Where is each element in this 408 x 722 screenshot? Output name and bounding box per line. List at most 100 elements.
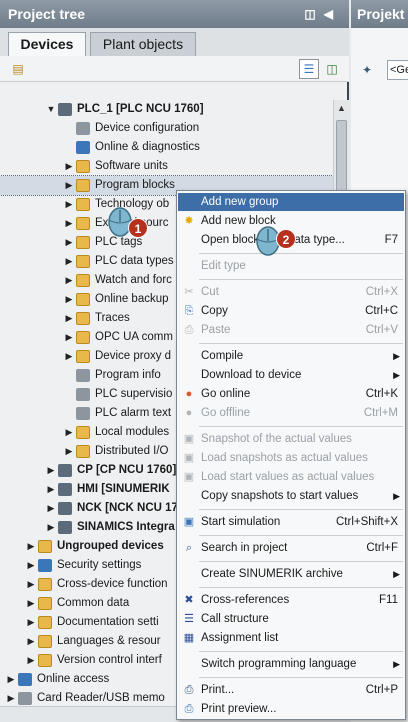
collapsed-arrow-icon[interactable]: ▶ [26,594,36,613]
offline-icon: ● [185,407,193,419]
simulation-icon: ▣ [183,516,195,528]
collapsed-arrow-icon[interactable]: ▶ [64,271,74,290]
menu-item-label: Snapshot of the actual values [201,433,352,445]
menu-item-compile[interactable]: Compile ▶ [178,347,404,365]
tree-item-label: Device configuration [95,122,200,134]
collapsed-arrow-icon[interactable]: ▶ [64,290,74,309]
online-icon: ● [185,388,193,400]
menu-item-add-new-group[interactable]: Add new group [178,193,404,211]
menu-item-switch-programming-language[interactable]: Switch programming language ▶ [178,655,404,673]
paste-icon: ⎙ [184,324,194,336]
menu-item-paste[interactable]: ⎙ Paste Ctrl+V [178,321,404,339]
collapsed-arrow-icon[interactable]: ▶ [46,461,56,480]
device-icon [58,103,72,116]
tree-item-label: Version control interf [57,654,162,666]
collapsed-arrow-icon[interactable]: ▶ [26,651,36,670]
menu-item-snapshot-of-the-actual-values[interactable]: ▣ Snapshot of the actual values [178,430,404,448]
menu-item-go-offline[interactable]: ● Go offline Ctrl+M [178,404,404,422]
menu-separator [199,587,403,588]
assign-icon: ▦ [183,632,195,644]
collapsed-arrow-icon[interactable]: ▶ [64,347,74,366]
tree-item-label: OPC UA comm [95,331,173,343]
tree-item[interactable]: ▶ Software units [0,157,333,176]
tree-item[interactable]: Online & diagnostics [0,138,333,157]
menu-item-shortcut: Ctrl+K [365,388,398,400]
menu-item-cut[interactable]: ✂ Cut Ctrl+X [178,283,404,301]
mouse-cursor-1-icon [108,207,132,237]
item-icon [76,122,90,135]
folder-icon [76,198,90,211]
menu-item-label: Load snapshots as actual values [201,452,368,464]
scroll-up-icon[interactable]: ▲ [334,100,349,116]
menu-item-call-structure[interactable]: ☰ Call structure [178,610,404,628]
item-icon [76,388,90,401]
collapsed-arrow-icon[interactable]: ▶ [64,252,74,271]
menu-item-copy[interactable]: ⎘ Copy Ctrl+C [178,302,404,320]
device-icon [58,483,72,496]
overview-icon[interactable]: ☰ [299,59,319,79]
submenu-arrow-icon: ▶ [393,491,400,501]
collapsed-arrow-icon[interactable]: ▶ [46,480,56,499]
collapsed-arrow-icon[interactable]: ▶ [64,157,74,176]
menu-item-start-simulation[interactable]: ▣ Start simulation Ctrl+Shift+X [178,513,404,531]
snapshot-icon: ▣ [183,433,195,445]
menu-item-search-in-project[interactable]: ⌕ Search in project Ctrl+F [178,539,404,557]
collapsed-arrow-icon[interactable]: ▶ [26,556,36,575]
collapsed-arrow-icon[interactable]: ▶ [64,423,74,442]
folder-icon [76,445,90,458]
tree-item[interactable]: Device configuration [0,119,333,138]
collapsed-arrow-icon[interactable]: ▶ [26,613,36,632]
collapsed-arrow-icon[interactable]: ▶ [26,537,36,556]
menu-item-label: Paste [201,324,231,336]
right-pane-title: Projekt V [351,0,408,28]
collapsed-arrow-icon[interactable]: ▶ [6,670,16,689]
menu-item-print-preview[interactable]: ⎙ Print preview... [178,700,404,718]
menu-item-label: Copy snapshots to start values [201,490,359,502]
xref-icon: ✖ [184,594,194,606]
menu-item-load-start-values-as-actual-values[interactable]: ▣ Load start values as actual values [178,468,404,486]
collapsed-arrow-icon[interactable]: ▶ [46,518,56,537]
menu-item-load-snapshots-as-actual-values[interactable]: ▣ Load snapshots as actual values [178,449,404,467]
tree-item-label: NCK [NCK NCU 17 [77,502,178,514]
collapsed-arrow-icon[interactable]: ▶ [64,309,74,328]
tree-item-label: Online backup [95,293,169,305]
menu-item-edit-type[interactable]: Edit type [178,257,404,275]
menu-item-download-to-device[interactable]: Download to device ▶ [178,366,404,384]
collapsed-arrow-icon[interactable]: ▶ [64,328,74,347]
item-icon [18,673,32,686]
menu-item-copy-snapshots-to-start-values[interactable]: Copy snapshots to start values ▶ [178,487,404,505]
collapsed-arrow-icon[interactable]: ▶ [46,499,56,518]
collapsed-arrow-icon[interactable]: ▶ [64,214,74,233]
collapse-pane-icon[interactable]: ◀ [324,7,341,21]
collapsed-arrow-icon[interactable]: ▶ [26,575,36,594]
menu-item-shortcut: F7 [384,234,398,246]
menu-item-go-online[interactable]: ● Go online Ctrl+K [178,385,404,403]
menu-item-shortcut: Ctrl+P [365,684,398,696]
menu-item-print[interactable]: ⎙ Print... Ctrl+P [178,681,404,699]
collapsed-arrow-icon[interactable]: ▶ [26,632,36,651]
new-item-icon[interactable]: ▤ [8,59,28,79]
call-icon: ☰ [184,613,194,625]
right-pane-combo[interactable]: <Ge [387,60,408,80]
collapsed-arrow-icon[interactable]: ▶ [64,442,74,461]
menu-item-create-sinumerik-archive[interactable]: Create SINUMERIK archive ▶ [178,565,404,583]
menu-item-add-new-block[interactable]: ✸ Add new block [178,212,404,230]
menu-item-shortcut: Ctrl+F [366,542,398,554]
collapsed-arrow-icon[interactable]: ▶ [64,195,74,214]
tree-item-label: Software units [95,160,168,172]
tree-toolbar: ▤ ☰ ◫ [0,56,349,82]
tab-devices[interactable]: Devices [8,32,86,56]
folder-icon [38,597,52,610]
tree-item[interactable]: ▼ PLC_1 [PLC NCU 1760] [0,100,333,119]
menu-item-assignment-list[interactable]: ▦ Assignment list [178,629,404,647]
collapsed-arrow-icon[interactable]: ▶ [64,233,74,252]
expanded-arrow-icon[interactable]: ▼ [46,100,56,119]
tab-plant-objects[interactable]: Plant objects [90,32,196,56]
menu-item-cross-references[interactable]: ✖ Cross-references F11 [178,591,404,609]
minimize-pane-icon[interactable]: ◫ [304,7,323,21]
export-icon[interactable]: ◫ [322,59,342,79]
tool-icon[interactable]: ✦ [357,60,377,80]
collapsed-arrow-icon[interactable]: ▶ [64,176,74,195]
folder-icon [76,350,90,363]
tree-item-label: Distributed I/O [95,445,169,457]
